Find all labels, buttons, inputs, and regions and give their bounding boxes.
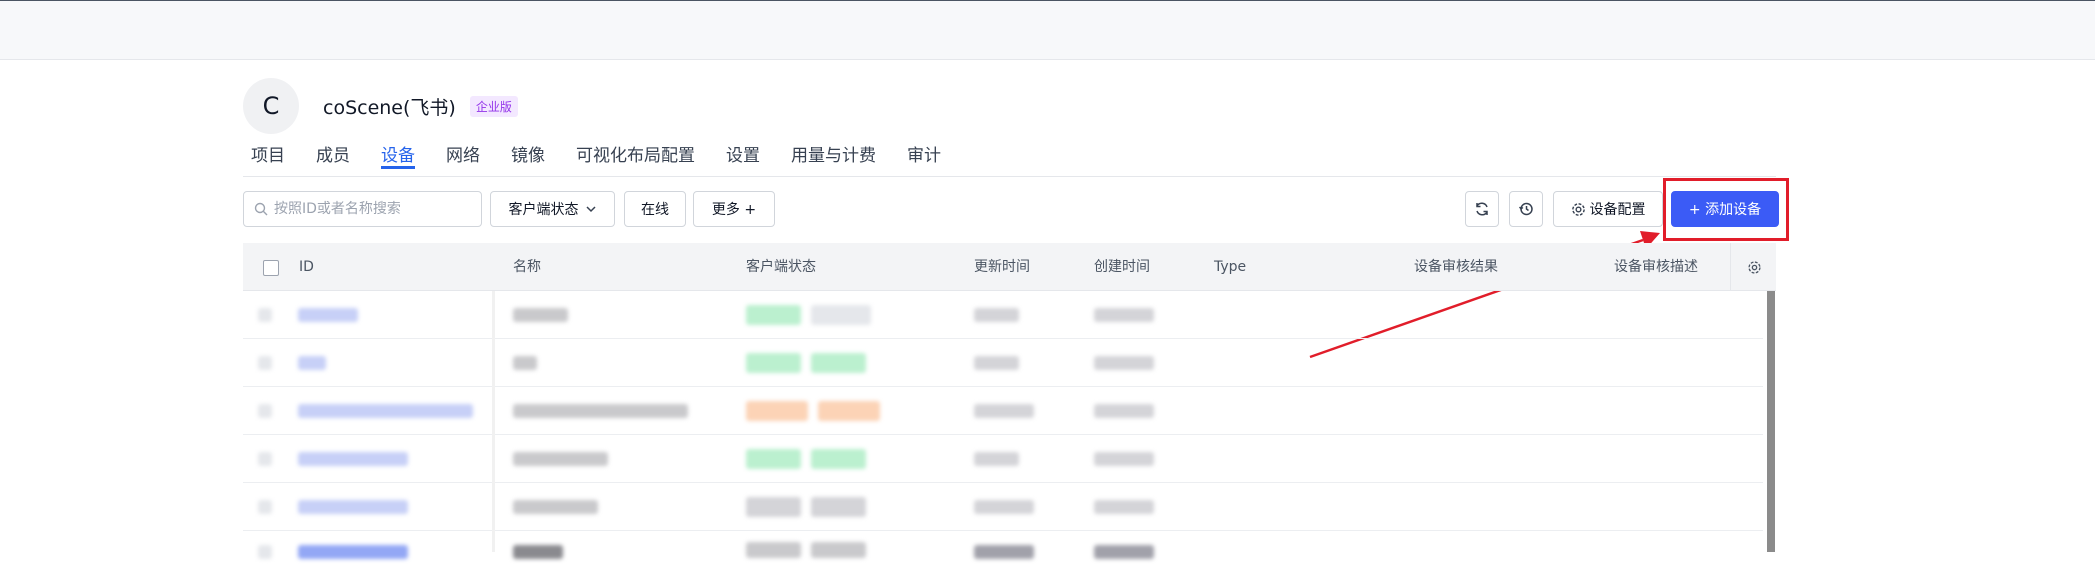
row-name [513, 308, 568, 322]
row-status-2 [818, 401, 880, 421]
col-audit-desc[interactable]: 设备审核描述 [1614, 243, 1698, 291]
refresh-icon [1476, 202, 1488, 216]
row-status-2 [811, 353, 866, 373]
row-created [1094, 452, 1154, 466]
row-status [746, 497, 801, 517]
client-status-filter[interactable]: 客户端状态 [490, 191, 615, 227]
row-id[interactable] [298, 404, 473, 418]
org-avatar: C [243, 78, 299, 134]
more-filters-button[interactable]: 更多 + [693, 191, 775, 227]
row-checkbox[interactable] [258, 404, 272, 418]
row-updated [974, 404, 1034, 418]
client-status-label: 客户端状态 [508, 202, 579, 218]
table-row[interactable] [243, 483, 1763, 531]
tab-settings[interactable]: 设置 [726, 135, 760, 169]
tab-layout-config[interactable]: 可视化布局配置 [576, 135, 695, 169]
table-row[interactable] [243, 531, 1763, 579]
history-icon [1518, 202, 1533, 216]
history-button[interactable] [1509, 191, 1543, 227]
row-checkbox[interactable] [258, 308, 272, 322]
col-name[interactable]: 名称 [513, 243, 541, 291]
row-status [746, 353, 801, 373]
highlight-box [1663, 178, 1789, 241]
device-config-button[interactable]: 设备配置 [1553, 191, 1663, 227]
row-checkbox[interactable] [258, 500, 272, 514]
row-created [1094, 308, 1154, 322]
table-row[interactable] [243, 291, 1763, 339]
row-status [746, 449, 801, 469]
select-all-checkbox[interactable] [263, 260, 279, 276]
row-status-2 [811, 497, 866, 517]
search-input[interactable] [272, 200, 476, 218]
tab-usage-billing[interactable]: 用量与计费 [791, 135, 876, 169]
col-updated[interactable]: 更新时间 [974, 243, 1030, 291]
row-status [746, 542, 801, 558]
vertical-scrollbar[interactable] [1767, 291, 1775, 552]
row-checkbox[interactable] [258, 356, 272, 370]
row-id[interactable] [298, 308, 358, 322]
tab-audit[interactable]: 审计 [907, 135, 941, 169]
row-name [513, 356, 537, 370]
tab-network[interactable]: 网络 [446, 135, 480, 169]
row-created [1094, 356, 1154, 370]
row-updated [974, 308, 1019, 322]
row-name [513, 545, 563, 559]
row-status-2 [811, 449, 866, 469]
row-created [1094, 404, 1154, 418]
column-divider [492, 291, 495, 552]
row-status [746, 401, 808, 421]
col-id[interactable]: ID [299, 243, 314, 291]
table-row[interactable] [243, 339, 1763, 387]
tab-devices[interactable]: 设备 [381, 135, 415, 169]
row-status [746, 305, 801, 325]
search-box[interactable] [243, 191, 482, 227]
tab-bar: 项目 成员 设备 网络 镜像 可视化布局配置 设置 用量与计费 审计 [243, 135, 1776, 177]
table-row[interactable] [243, 387, 1763, 435]
row-name [513, 404, 688, 418]
plan-badge: 企业版 [469, 95, 518, 117]
org-name: coScene(飞书) [323, 96, 456, 119]
table-header: ID 名称 客户端状态 更新时间 创建时间 Type 设备审核结果 设备审核描述 [243, 243, 1776, 291]
tab-members[interactable]: 成员 [316, 135, 350, 169]
row-updated [974, 452, 1019, 466]
row-checkbox[interactable] [258, 545, 272, 559]
chevron-down-icon [585, 206, 596, 213]
row-updated [974, 545, 1034, 559]
device-config-label: 设备配置 [1589, 202, 1646, 218]
row-name [513, 452, 608, 466]
tab-images[interactable]: 镜像 [511, 135, 545, 169]
col-audit-result[interactable]: 设备审核结果 [1414, 243, 1498, 291]
row-status-2 [811, 542, 866, 558]
col-client-status[interactable]: 客户端状态 [746, 243, 816, 291]
top-bar [0, 0, 2095, 60]
row-updated [974, 356, 1019, 370]
row-id[interactable] [298, 545, 408, 559]
row-name [513, 500, 598, 514]
org-header: C coScene(飞书) 企业版 [243, 78, 518, 134]
online-filter-button[interactable]: 在线 [624, 191, 686, 227]
tab-projects[interactable]: 项目 [251, 135, 285, 169]
settings-icon [1747, 260, 1761, 274]
row-status-2 [811, 305, 871, 325]
row-checkbox[interactable] [258, 452, 272, 466]
refresh-button[interactable] [1465, 191, 1499, 227]
row-created [1094, 545, 1154, 559]
row-id[interactable] [298, 500, 408, 514]
col-type[interactable]: Type [1214, 243, 1246, 291]
row-id[interactable] [298, 356, 326, 370]
column-settings-button[interactable] [1730, 243, 1777, 291]
row-created [1094, 500, 1154, 514]
gear-icon [1571, 202, 1585, 216]
col-created[interactable]: 创建时间 [1094, 243, 1150, 291]
row-updated [974, 500, 1034, 514]
table-row[interactable] [243, 435, 1763, 483]
search-icon [254, 202, 268, 216]
row-id[interactable] [298, 452, 408, 466]
